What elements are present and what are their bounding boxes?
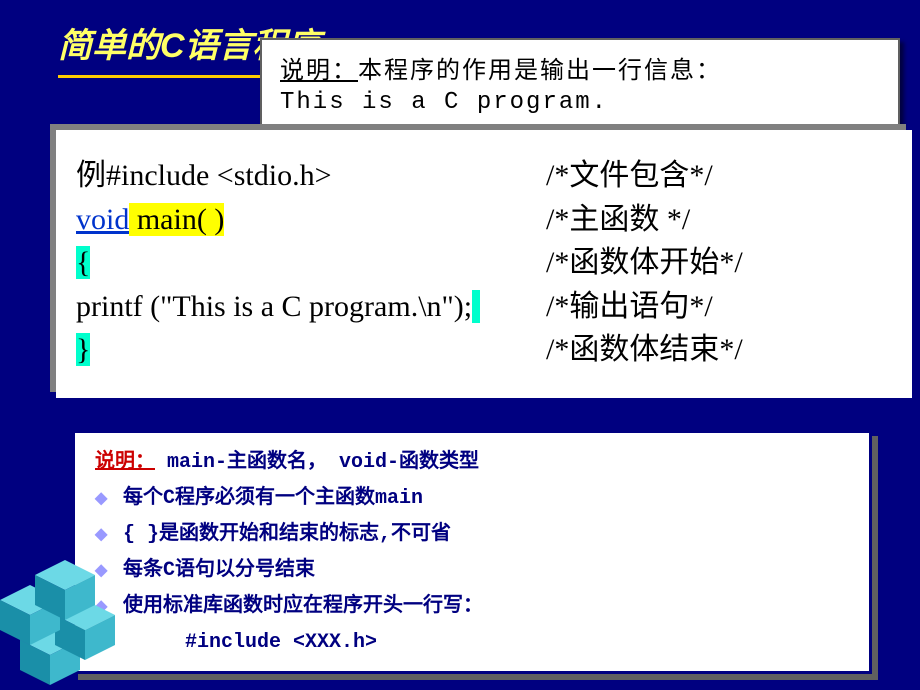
info-b4-sub-text: #include <XXX.h>	[185, 631, 377, 654]
info-bullet-4-sub: #include <XXX.h>	[95, 625, 849, 659]
code-panel: 例#include <stdio.h> void main( ) { print…	[56, 130, 912, 398]
comment-3: /*函数体开始*/	[546, 241, 743, 285]
code-printf: printf ("This is a C program.\n");	[76, 290, 472, 323]
info-heading-label: 说明：	[95, 450, 155, 472]
code-close-brace: }	[76, 333, 90, 366]
diamond-icon: ◆	[95, 486, 113, 512]
explain-box: 说明：本程序的作用是输出一行信息： This is a C program.	[260, 38, 900, 128]
explain-text1: 本程序的作用是输出一行信息：	[358, 59, 722, 86]
info-b4-text: 使用标准库函数时应在程序开头一行写：	[123, 595, 483, 618]
code-line-4: printf ("This is a C program.\n");	[76, 285, 616, 329]
code-open-brace: {	[76, 246, 90, 279]
info-bullet-2: ◆{ }是函数开始和结束的标志,不可省	[95, 517, 849, 551]
code-line-2: void main( )	[76, 198, 556, 242]
code-line-5: }	[76, 328, 556, 372]
comment-2: /*主函数 */	[546, 198, 743, 242]
code-line-3: {	[76, 241, 556, 285]
info-heading-row: 说明： main-主函数名， void-函数类型	[95, 445, 849, 479]
code-example-label: 例	[76, 159, 106, 192]
info-box: 说明： main-主函数名， void-函数类型 ◆ 每个C程序必须有一个主函数m…	[72, 430, 872, 674]
comment-5: /*函数体结束*/	[546, 328, 743, 372]
info-bullet-4: ◆使用标准库函数时应在程序开头一行写：	[95, 589, 849, 623]
decorative-cubes-icon	[0, 530, 170, 690]
info-bullet-1: ◆ 每个C程序必须有一个主函数main	[95, 481, 849, 515]
info-b1-text: 每个C程序必须有一个主函数main	[123, 487, 423, 510]
code-line-1: 例#include <stdio.h>	[76, 154, 556, 198]
code-main-func: main( )	[129, 203, 224, 236]
explain-text2: This is a C program.	[280, 89, 608, 116]
code-semicolon-hl	[472, 290, 480, 323]
explain-label: 说明：	[280, 59, 358, 86]
code-right-column: /*文件包含*/ /*主函数 */ /*函数体开始*/ /*输出语句*/ /*函…	[546, 154, 743, 372]
info-b2-text: { }是函数开始和结束的标志,不可省	[123, 523, 451, 546]
code-include: #include <stdio.h>	[106, 159, 331, 192]
info-bullet-3: ◆每条C语句以分号结束	[95, 553, 849, 587]
code-void-keyword: void	[76, 203, 129, 236]
info-heading-rest: main-主函数名， void-函数类型	[155, 451, 479, 474]
code-left-column: 例#include <stdio.h> void main( ) { print…	[76, 154, 556, 372]
comment-1: /*文件包含*/	[546, 154, 743, 198]
comment-4: /*输出语句*/	[546, 285, 743, 329]
